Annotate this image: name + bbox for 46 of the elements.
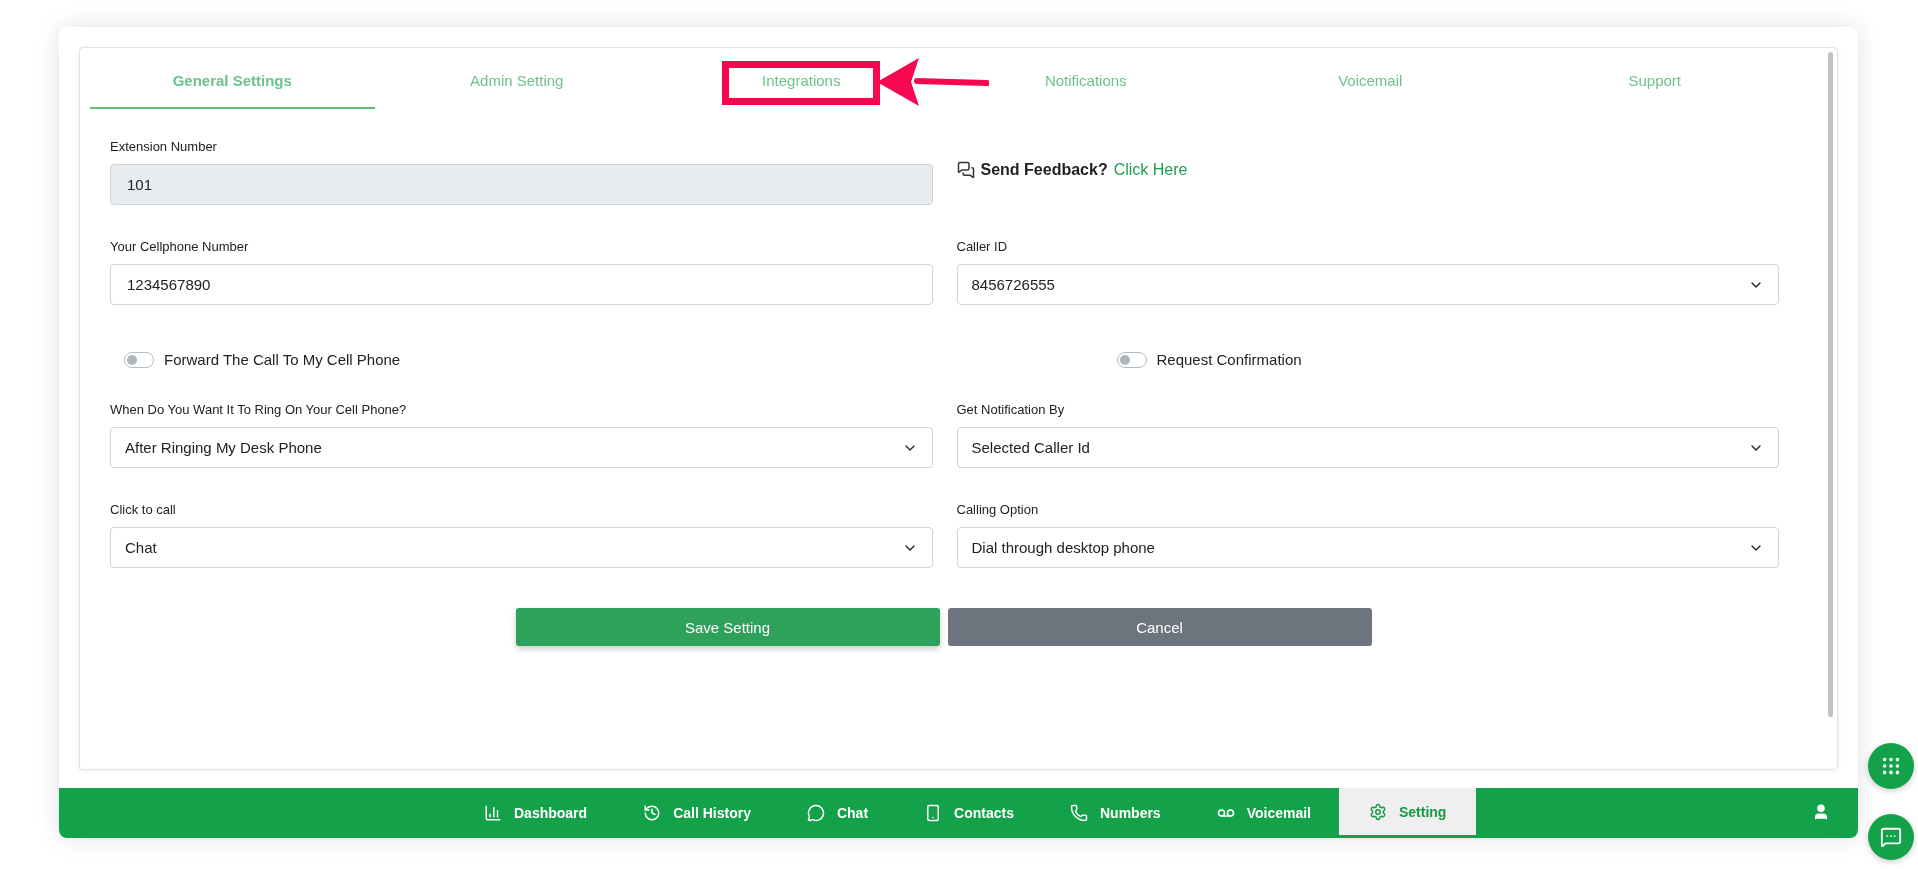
- select-field[interactable]: After Ringing My Desk Phone: [110, 427, 933, 468]
- toggle-label: Request Confirmation: [1156, 351, 1302, 368]
- tab[interactable]: Support: [1512, 48, 1797, 109]
- chat-bubble-icon: [1880, 826, 1902, 848]
- feedback-text: Send Feedback?: [980, 161, 1108, 179]
- settings-icon: [1369, 802, 1387, 821]
- select-field[interactable]: Selected Caller Id: [956, 427, 1779, 468]
- feedback-link[interactable]: Click Here: [1113, 161, 1188, 179]
- bar-chart-icon: [484, 804, 502, 822]
- tab[interactable]: Admin Setting: [374, 48, 659, 109]
- dialpad-icon: [1880, 755, 1902, 777]
- phone-icon: [1069, 804, 1088, 822]
- chat-bubbles-icon: [956, 161, 975, 179]
- history-icon: [643, 804, 662, 822]
- nav-item[interactable]: Call History: [615, 788, 779, 838]
- user-icon[interactable]: [1812, 803, 1830, 821]
- toggle-label: Forward The Call To My Cell Phone: [164, 351, 401, 368]
- dialpad-button[interactable]: [1868, 743, 1914, 789]
- tab[interactable]: Voicemail: [1228, 48, 1513, 109]
- nav-item[interactable]: Voicemail: [1188, 788, 1339, 838]
- cancel-button[interactable]: Cancel: [947, 608, 1372, 646]
- tab[interactable]: Notifications: [943, 48, 1228, 109]
- select-field[interactable]: Chat: [110, 527, 933, 568]
- chat-button[interactable]: [1868, 814, 1914, 860]
- field-label: Calling Option: [956, 502, 1040, 517]
- field-label: Caller ID: [956, 239, 1009, 254]
- tab[interactable]: General Settings: [90, 48, 375, 109]
- field-label: Get Notification By: [956, 402, 1066, 417]
- select-field[interactable]: 8456726555: [956, 264, 1779, 305]
- field-label: When Do You Want It To Ring On Your Cell Phone?: [110, 402, 408, 417]
- select-field[interactable]: Dial through desktop phone: [956, 527, 1779, 568]
- toggle-switch[interactable]: [1116, 351, 1147, 368]
- toggle-switch[interactable]: [124, 351, 154, 368]
- input-field[interactable]: 1234567890: [110, 264, 933, 305]
- field-label: Your Cellphone Number: [110, 239, 250, 254]
- tab[interactable]: Integrations: [659, 48, 944, 109]
- save-button[interactable]: Save Setting: [515, 608, 940, 646]
- nav-item[interactable]: Chat: [778, 788, 897, 838]
- nav-item[interactable]: Numbers: [1041, 788, 1189, 838]
- field-label: Extension Number: [110, 139, 218, 154]
- nav-item[interactable]: Setting: [1339, 788, 1477, 838]
- field-label: Click to call: [110, 502, 177, 517]
- nav-item[interactable]: Contacts: [896, 788, 1042, 838]
- scrollbar[interactable]: [1828, 52, 1833, 717]
- chat-bubble-icon: [806, 804, 825, 822]
- nav-item[interactable]: Dashboard: [456, 788, 616, 838]
